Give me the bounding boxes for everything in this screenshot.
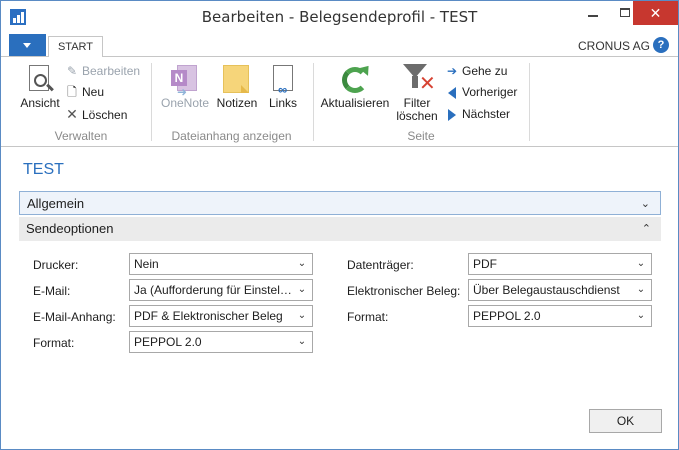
fasttab-send-options[interactable]: Sendeoptionen ⌃ bbox=[19, 217, 661, 241]
arrow-right-icon: ➔ bbox=[446, 64, 458, 78]
application-menu-button[interactable] bbox=[9, 34, 46, 56]
refresh-button[interactable]: Aktualisieren bbox=[319, 62, 391, 110]
email-attachment-select[interactable]: PDF & Elektronischer Beleg ⌄ bbox=[129, 305, 313, 327]
email-attachment-value: PDF & Elektronischer Beleg bbox=[134, 309, 283, 323]
minimize-icon bbox=[588, 15, 598, 17]
chevron-down-icon: ⌄ bbox=[636, 284, 646, 295]
dialog-window: Bearbeiten - Belegsendeprofil - TEST ✕ S… bbox=[0, 0, 679, 450]
fasttab-send-options-label: Sendeoptionen bbox=[26, 221, 114, 236]
new-document-icon: 🗋 bbox=[67, 85, 77, 99]
group-label-manage: Verwalten bbox=[54, 129, 108, 143]
format-value: PEPPOL 2.0 bbox=[134, 335, 202, 349]
electronic-document-select[interactable]: Über Belegaustauschdienst ⌄ bbox=[468, 279, 652, 301]
onenote-icon: N ➜ bbox=[171, 65, 199, 99]
delete-label: Löschen bbox=[82, 108, 128, 122]
delete-button[interactable]: ✕ Löschen bbox=[65, 104, 127, 124]
printer-select[interactable]: Nein ⌄ bbox=[129, 253, 313, 275]
fasttab-general-label: Allgemein bbox=[27, 196, 85, 211]
tab-start[interactable]: START bbox=[48, 36, 103, 58]
ribbon: Ansicht ✎ Bearbeiten 🗋 Neu ✕ Löschen Verwal… bbox=[1, 57, 678, 147]
previous-label: Vorheriger bbox=[462, 85, 518, 99]
disk-label: Datenträger: bbox=[347, 258, 414, 272]
electronic-document-value: Über Belegaustauschdienst bbox=[473, 283, 620, 297]
page-title: TEST bbox=[23, 161, 64, 178]
new-label: Neu bbox=[82, 85, 105, 99]
note-icon bbox=[223, 65, 251, 95]
chevron-down-icon: ⌄ bbox=[636, 258, 646, 269]
goto-label: Gehe zu bbox=[462, 64, 508, 78]
maximize-icon bbox=[620, 8, 630, 17]
clear-filter-label-line2: löschen bbox=[396, 109, 438, 123]
chevron-down-icon: ⌄ bbox=[297, 336, 307, 347]
next-label: Nächster bbox=[462, 107, 511, 121]
title-bar: Bearbeiten - Belegsendeprofil - TEST ✕ bbox=[1, 1, 678, 33]
chevron-down-icon bbox=[23, 43, 31, 48]
next-icon bbox=[445, 104, 459, 124]
links-label: Links bbox=[268, 96, 297, 110]
chevron-up-icon: ⌃ bbox=[641, 223, 651, 235]
chevron-down-icon: ⌄ bbox=[297, 258, 307, 269]
close-button[interactable]: ✕ bbox=[633, 1, 678, 25]
electronic-document-label: Elektronischer Beleg: bbox=[347, 284, 461, 298]
format-select[interactable]: PEPPOL 2.0 ⌄ bbox=[129, 331, 313, 353]
printer-label: Drucker: bbox=[33, 258, 79, 272]
links-button[interactable]: ∞ Links bbox=[265, 63, 301, 110]
ribbon-separator bbox=[529, 63, 530, 141]
electronic-format-value: PEPPOL 2.0 bbox=[473, 309, 541, 323]
link-icon: ∞ bbox=[270, 65, 296, 97]
chevron-down-icon: ⌄ bbox=[297, 284, 307, 295]
disk-select[interactable]: PDF ⌄ bbox=[468, 253, 652, 275]
email-attachment-label: E-Mail-Anhang: bbox=[33, 310, 116, 324]
electronic-format-select[interactable]: PEPPOL 2.0 ⌄ bbox=[468, 305, 652, 327]
format-label: Format: bbox=[33, 336, 75, 350]
minimize-button[interactable] bbox=[577, 1, 609, 25]
email-select[interactable]: Ja (Aufforderung für Einstellungen) ⌄ bbox=[129, 279, 313, 301]
view-button[interactable]: Ansicht bbox=[19, 63, 61, 110]
disk-value: PDF bbox=[473, 257, 497, 271]
ribbon-tab-row: START CRONUS AG ? bbox=[1, 33, 678, 58]
edit-button[interactable]: ✎ Bearbeiten bbox=[65, 61, 140, 81]
previous-icon bbox=[445, 82, 459, 102]
help-icon[interactable]: ? bbox=[653, 37, 669, 53]
onenote-button[interactable]: N ➜ OneNote bbox=[159, 63, 211, 110]
chevron-down-icon: ⌄ bbox=[297, 310, 307, 321]
group-label-attachments: Dateianhang anzeigen bbox=[171, 129, 292, 143]
email-label: E-Mail: bbox=[33, 284, 71, 298]
delete-icon: ✕ bbox=[66, 106, 78, 122]
notes-label: Notizen bbox=[216, 96, 258, 110]
email-value: Ja (Aufforderung für Einstellungen) bbox=[134, 283, 294, 297]
clear-filter-button[interactable]: ✕ Filter löschen bbox=[393, 63, 441, 123]
pencil-icon: ✎ bbox=[66, 64, 78, 78]
next-button[interactable]: Nächster bbox=[445, 104, 510, 124]
previous-button[interactable]: Vorheriger bbox=[445, 82, 517, 102]
company-name[interactable]: CRONUS AG bbox=[578, 39, 650, 53]
goto-button[interactable]: ➔ Gehe zu bbox=[445, 61, 507, 81]
refresh-label: Aktualisieren bbox=[320, 96, 390, 110]
ribbon-separator bbox=[151, 63, 152, 141]
fasttab-general[interactable]: Allgemein ⌄ bbox=[19, 191, 661, 215]
new-button[interactable]: 🗋 Neu bbox=[65, 82, 104, 102]
clear-filter-icon: ✕ bbox=[403, 64, 436, 94]
edit-label: Bearbeiten bbox=[82, 64, 141, 78]
ribbon-separator bbox=[313, 63, 314, 141]
notes-button[interactable]: Notizen bbox=[214, 63, 260, 110]
refresh-icon bbox=[340, 62, 374, 95]
chevron-down-icon: ⌄ bbox=[636, 310, 646, 321]
printer-value: Nein bbox=[134, 257, 159, 271]
group-label-page: Seite bbox=[407, 129, 435, 143]
view-icon bbox=[27, 65, 54, 97]
view-label: Ansicht bbox=[20, 96, 60, 110]
chevron-down-icon: ⌄ bbox=[640, 198, 650, 210]
ok-button[interactable]: OK bbox=[589, 409, 662, 433]
electronic-format-label: Format: bbox=[347, 310, 389, 324]
